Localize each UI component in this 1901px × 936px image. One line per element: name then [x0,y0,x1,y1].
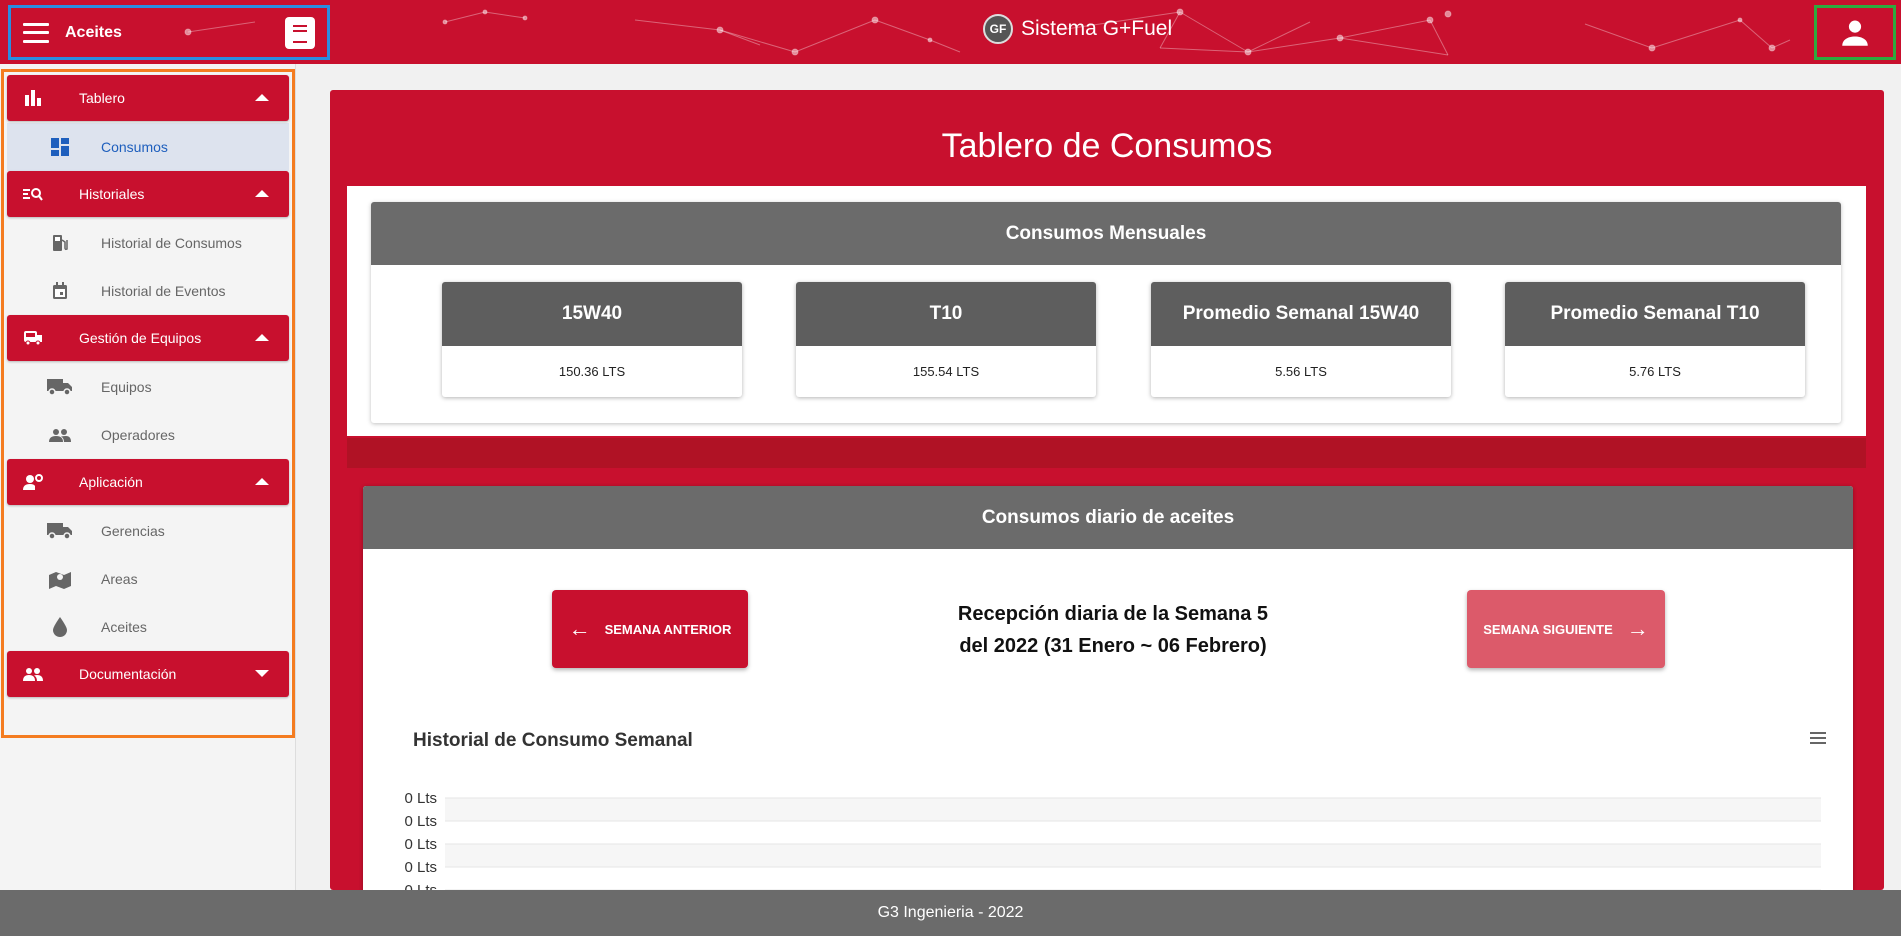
nav-item-label: Historial de Eventos [101,283,226,299]
nav-item-consumos[interactable]: Consumos [7,123,289,171]
user-settings-icon [21,470,45,494]
chevron-up-icon [255,190,269,197]
y-tick-label: 0 Lts [404,836,437,853]
nav-item-areas[interactable]: Areas [7,555,289,603]
map-pin-icon [47,567,73,591]
brand-title: Aceites [65,23,122,41]
stat-value: 5.56 LTS [1275,364,1327,379]
stat-label: T10 [796,282,1096,346]
chevron-up-icon [255,334,269,341]
page-title: Tablero de Consumos [941,127,1273,165]
card-title: Consumos diario de aceites [363,486,1853,549]
section-divider [347,438,1866,468]
user-menu-button[interactable] [1814,5,1896,60]
week-line-1: Recepción diaria de la Semana 5 [957,603,1269,625]
y-tick-label: 0 Lts [404,859,437,876]
app-title-text: Sistema G+Fuel [1021,17,1173,40]
sidebar-nav: Tablero Consumos Historiales Historial d… [1,69,295,738]
nav-item-label: Aceites [101,619,147,635]
bus-icon [21,326,45,350]
stat-label: 15W40 [442,282,742,346]
manual-book-icon[interactable] [285,17,315,49]
truck-icon [47,375,73,399]
chevron-up-icon [255,94,269,101]
nav-section-label: Historiales [79,186,145,202]
stat-card-weekly-avg-t10: Promedio Semanal T10 5.76 LTS [1505,282,1805,397]
previous-week-button[interactable]: ← SEMANA ANTERIOR [552,590,748,668]
nav-section-tablero[interactable]: Tablero [7,75,289,121]
stat-card-t10: T10 155.54 LTS [796,282,1096,397]
app-title: GF Sistema G+Fuel [983,14,1172,44]
stat-label: Promedio Semanal T10 [1505,282,1805,346]
y-tick-label: 0 Lts [404,813,437,830]
nav-item-equipos[interactable]: Equipos [7,363,289,411]
search-list-icon [21,182,45,206]
nav-item-label: Consumos [101,139,168,155]
user-account-icon [1842,20,1868,46]
calendar-icon [47,279,73,303]
monthly-consumption-card: Consumos Mensuales 15W40 150.36 LTS T10 … [371,202,1841,423]
top-app-bar: Aceites GF Sistema G+Fuel [0,0,1901,64]
weekly-consumption-chart: 0 Lts 0 Lts 0 Lts 0 Lts 0 Lts [404,790,1821,890]
y-tick-label: 0 Lts [404,790,437,807]
app-logo: GF [983,14,1013,44]
nav-item-label: Historial de Consumos [101,235,242,251]
drop-icon [47,615,73,639]
previous-week-label: SEMANA ANTERIOR [604,621,732,637]
nav-item-historial-consumos[interactable]: Historial de Consumos [7,219,289,267]
chart-title: Historial de Consumo Semanal [413,730,693,751]
next-week-label: SEMANA SIGUIENTE [1483,621,1613,637]
stat-card-weekly-avg-15w40: Promedio Semanal 15W40 5.56 LTS [1151,282,1451,397]
chart-grid-band [445,798,1821,821]
nav-item-label: Gerencias [101,523,165,539]
nav-section-label: Tablero [79,90,125,106]
nav-item-label: Operadores [101,427,175,443]
sidebar: Tablero Consumos Historiales Historial d… [0,64,296,890]
nav-item-aceites[interactable]: Aceites [7,603,289,651]
nav-section-gestion-equipos[interactable]: Gestión de Equipos [7,315,289,361]
menu-toggle-icon[interactable] [23,22,49,43]
dashboard-panel: Tablero de Consumos Consumos Mensuales 1… [330,90,1884,890]
nav-section-historiales[interactable]: Historiales [7,171,289,217]
bar-chart-icon [21,86,45,110]
nav-item-label: Equipos [101,379,152,395]
card-title: Consumos Mensuales [371,202,1841,265]
chart-menu-icon[interactable] [1810,732,1826,744]
week-range-text: Recepción diaria de la Semana 5 del 2022… [863,598,1363,662]
stat-label: Promedio Semanal 15W40 [1151,282,1451,346]
truck-icon [47,519,73,543]
stat-value: 155.54 LTS [912,364,980,379]
chevron-down-icon [255,670,269,677]
y-tick-label: 0 Lts [404,882,437,890]
week-line-2: del 2022 (31 Enero ~ 06 Febrero) [959,635,1267,657]
nav-item-operadores[interactable]: Operadores [7,411,289,459]
brand-area: Aceites [8,5,330,60]
arrow-left-icon: ← [568,616,591,641]
arrow-right-icon: → [1626,616,1649,641]
dashboard-icon [47,135,73,159]
fuel-pump-icon [47,231,73,255]
stat-card-15w40: 15W40 150.36 LTS [442,282,742,397]
chevron-up-icon [255,478,269,485]
nav-item-gerencias[interactable]: Gerencias [7,507,289,555]
nav-section-label: Documentación [79,666,177,682]
people-icon [21,662,45,686]
nav-section-aplicacion[interactable]: Aplicación [7,459,289,505]
footer: G3 Ingenieria - 2022 [0,890,1901,936]
nav-section-label: Gestión de Equipos [79,330,202,346]
stat-value: 150.36 LTS [558,364,626,379]
chart-grid-band [445,844,1821,867]
stat-value: 5.76 LTS [1629,364,1681,379]
monthly-section: Consumos Mensuales 15W40 150.36 LTS T10 … [347,186,1866,436]
nav-item-historial-eventos[interactable]: Historial de Eventos [7,267,289,315]
footer-text: G3 Ingenieria - 2022 [877,904,1024,921]
people-icon [47,423,73,447]
nav-section-label: Aplicación [79,474,143,490]
daily-consumption-card: Consumos diario de aceites ← SEMANA ANTE… [363,486,1853,890]
next-week-button[interactable]: SEMANA SIGUIENTE → [1467,590,1665,668]
nav-section-documentacion[interactable]: Documentación [7,651,289,697]
nav-item-label: Areas [101,571,138,587]
